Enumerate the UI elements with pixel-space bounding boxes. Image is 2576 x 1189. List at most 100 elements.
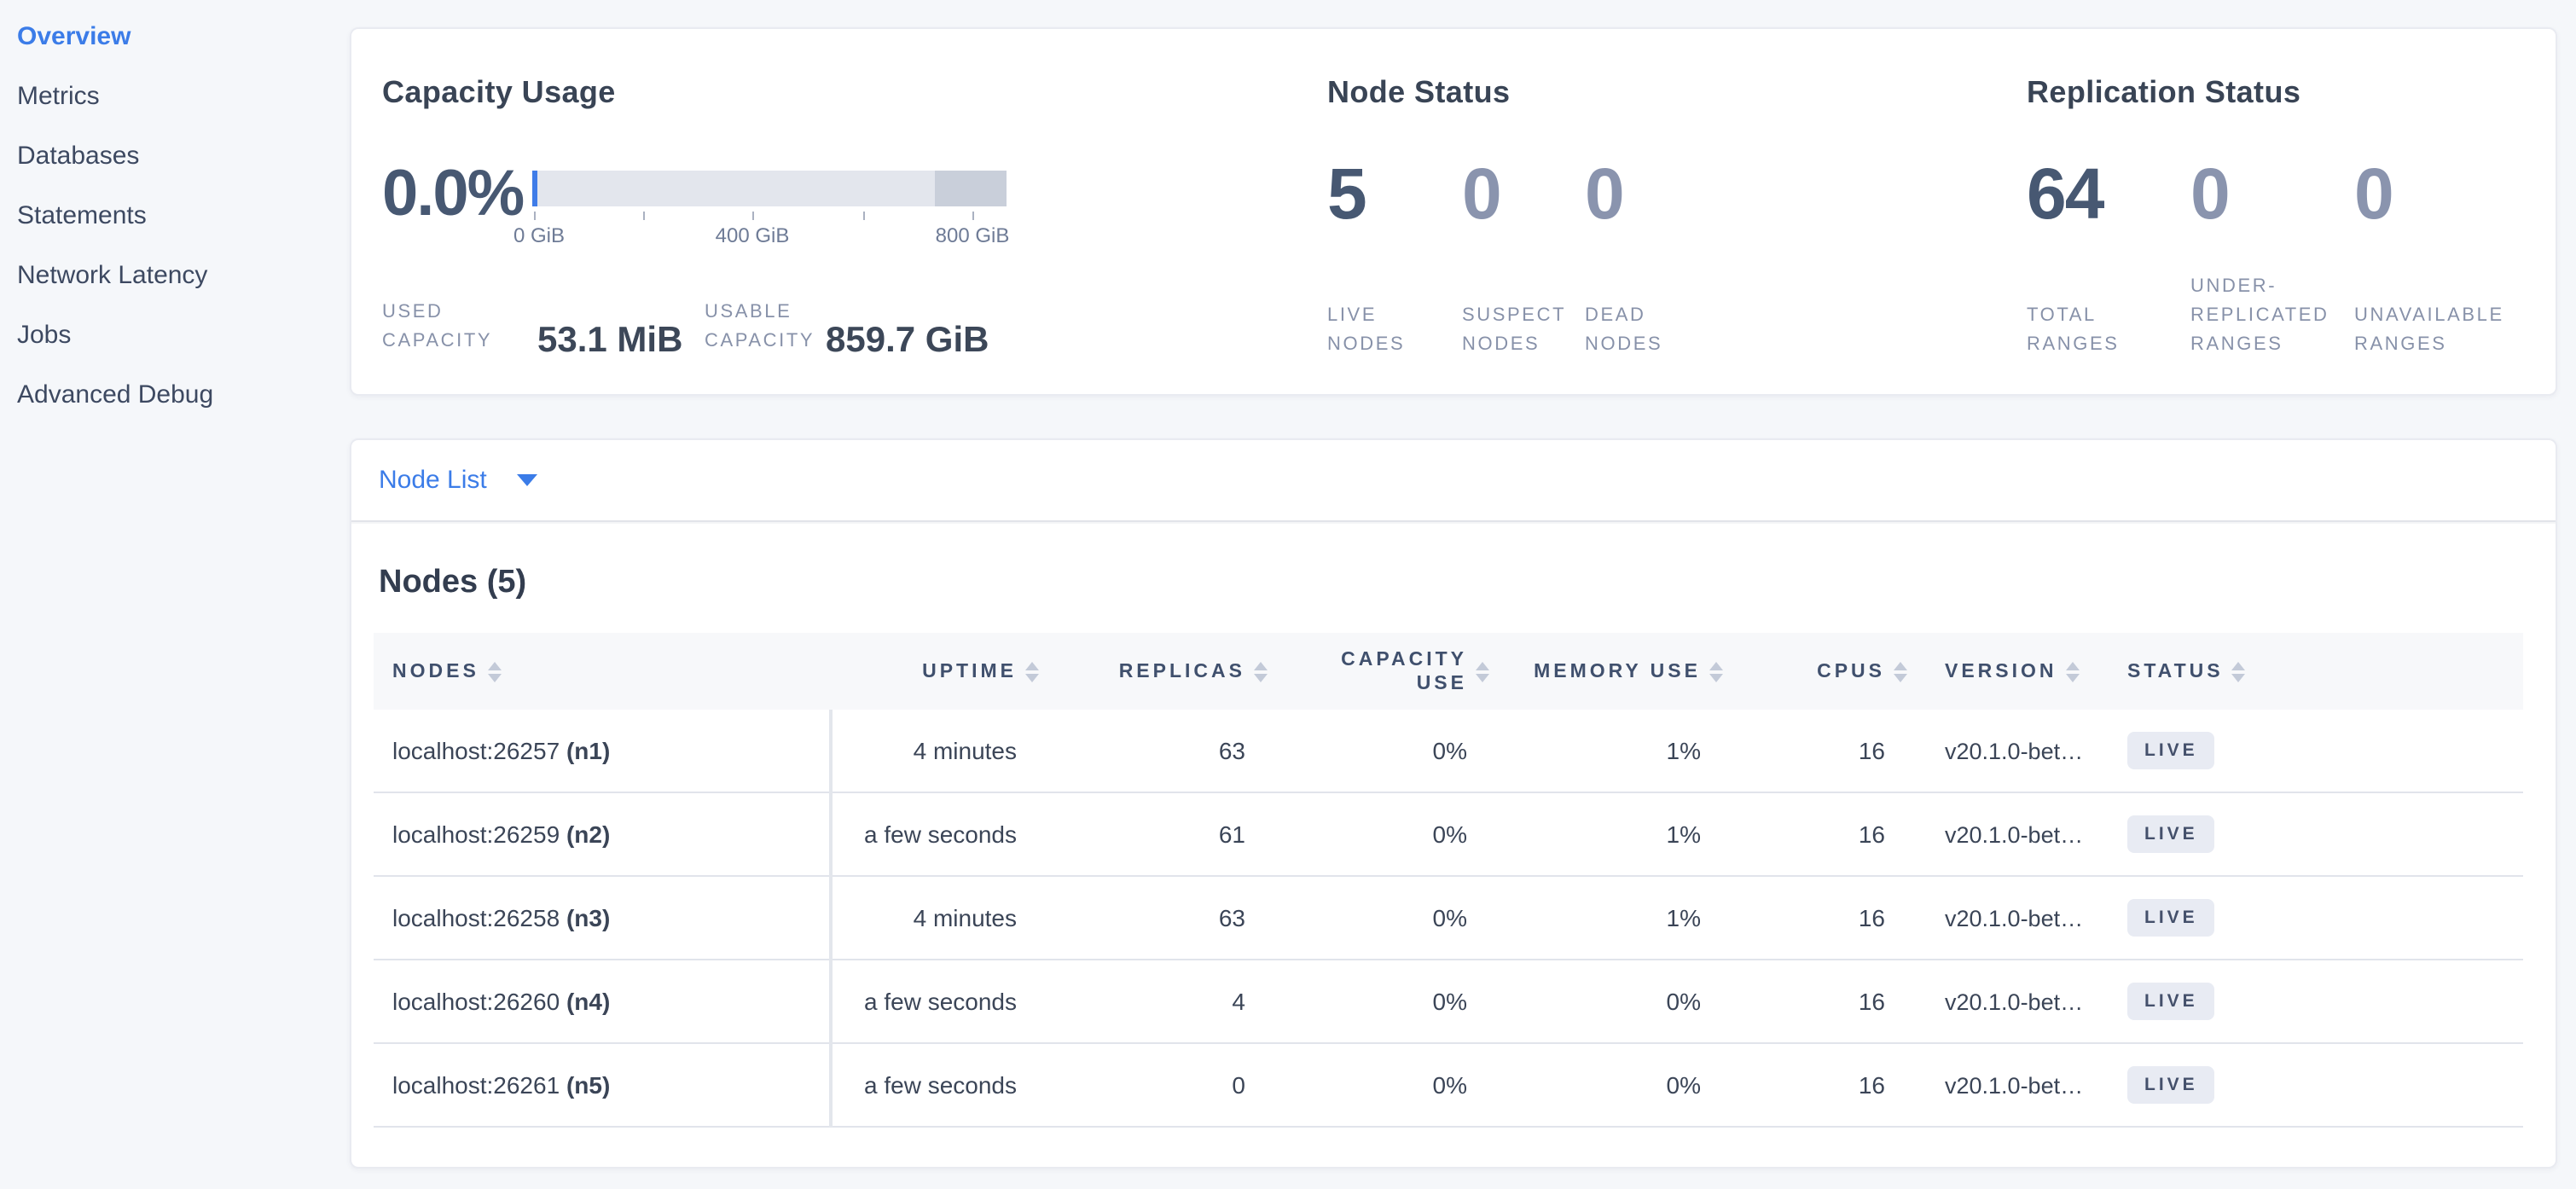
memory-use-cell: 1% — [1493, 737, 1726, 764]
unavailable-ranges-stat: 0 UNAVAILABLE RANGES — [2354, 155, 2521, 360]
stat-value: 0 — [2190, 155, 2344, 234]
node-address-cell: localhost:26257 (n1) — [374, 737, 829, 764]
live-nodes-stat: 5 LIVE NODES — [1327, 155, 1430, 360]
capacity-use-cell: 0% — [1271, 1071, 1493, 1099]
status-badge: LIVE — [2127, 732, 2215, 769]
axis-tick-label: 400 GiB — [716, 223, 790, 247]
replicas-cell: 4 — [1042, 988, 1271, 1015]
status-cell: LIVE — [2093, 899, 2523, 937]
table-row-n4[interactable]: localhost:26260 (n4) a few seconds 4 0% … — [374, 960, 2523, 1044]
nodes-table-header: NODES UPTIME REPLICAS CAPACITY USE — [374, 633, 2523, 710]
column-header-label: CAPACITY USE — [1324, 647, 1467, 695]
capacity-use-cell: 0% — [1271, 988, 1493, 1015]
sidebar-item-jobs[interactable]: Jobs — [17, 305, 350, 365]
sort-icon — [2066, 661, 2080, 682]
column-header-version[interactable]: VERSION — [1911, 661, 2093, 682]
sort-icon — [1894, 661, 1907, 682]
sidebar: Overview Metrics Databases Statements Ne… — [0, 0, 350, 1189]
stat-value: 64 — [2027, 155, 2136, 234]
stat-value: 0 — [2354, 155, 2521, 234]
table-row-n2[interactable]: localhost:26259 (n2) a few seconds 61 0%… — [374, 793, 2523, 877]
memory-use-cell: 1% — [1493, 821, 1726, 848]
table-row-n5[interactable]: localhost:26261 (n5) a few seconds 0 0% … — [374, 1044, 2523, 1128]
replication-status-title: Replication Status — [2027, 75, 2300, 111]
sidebar-item-metrics[interactable]: Metrics — [17, 67, 350, 126]
used-capacity-value: 53.1 MiB — [537, 322, 682, 358]
column-header-label: STATUS — [2127, 661, 2224, 682]
node-address-cell: localhost:26258 (n3) — [374, 904, 829, 931]
nodes-table: NODES UPTIME REPLICAS CAPACITY USE — [374, 633, 2523, 1128]
column-header-memory-use[interactable]: MEMORY USE — [1493, 661, 1726, 682]
table-row-n1[interactable]: localhost:26257 (n1) 4 minutes 63 0% 1% … — [374, 710, 2523, 793]
usable-capacity-value: 859.7 GiB — [826, 322, 989, 358]
status-cell: LIVE — [2093, 1066, 2523, 1104]
node-id: (n3) — [566, 904, 610, 931]
column-header-replicas[interactable]: REPLICAS — [1042, 661, 1271, 682]
stat-label: UNDER-REPLICATED RANGES — [2190, 273, 2344, 360]
node-id: (n5) — [566, 1071, 610, 1099]
stat-value: 5 — [1327, 155, 1430, 234]
cluster-summary-card: Capacity Usage 0.0% 0 GiB 400 GiB 800 Gi… — [350, 27, 2557, 396]
node-list-selector-bar: Node List — [351, 440, 2556, 522]
capacity-bar-chart: 0 GiB 400 GiB 800 GiB — [532, 171, 1007, 206]
capacity-bar-dark-segment — [934, 171, 1007, 206]
capacity-bar — [532, 171, 1007, 206]
replicas-cell: 0 — [1042, 1071, 1271, 1099]
sidebar-item-advanced-debug[interactable]: Advanced Debug — [17, 365, 350, 425]
sidebar-item-network-latency[interactable]: Network Latency — [17, 246, 350, 305]
node-id: (n2) — [566, 821, 610, 848]
cpus-cell: 16 — [1726, 821, 1911, 848]
node-address: localhost:26261 — [392, 1071, 560, 1099]
column-header-cpus[interactable]: CPUS — [1726, 661, 1911, 682]
table-row-n3[interactable]: localhost:26258 (n3) 4 minutes 63 0% 1% … — [374, 877, 2523, 960]
usable-capacity-label: USABLE CAPACITY — [705, 299, 827, 357]
version-cell: v20.1.0-bet… — [1911, 1072, 2093, 1098]
node-list-dropdown[interactable]: Node List — [379, 466, 538, 495]
stat-value: 0 — [1462, 155, 1585, 234]
sort-icon — [1476, 661, 1489, 682]
node-list-dropdown-label: Node List — [379, 466, 487, 495]
cpus-cell: 16 — [1726, 737, 1911, 764]
column-header-label: UPTIME — [922, 661, 1017, 682]
capacity-usage-title: Capacity Usage — [382, 75, 616, 111]
under-replicated-ranges-stat: 0 UNDER-REPLICATED RANGES — [2190, 155, 2344, 360]
sidebar-item-overview[interactable]: Overview — [17, 7, 350, 67]
stat-label: DEAD NODES — [1585, 302, 1687, 360]
axis-tick-label: 800 GiB — [936, 223, 1010, 247]
column-header-label: VERSION — [1945, 661, 2057, 682]
column-header-nodes[interactable]: NODES — [374, 661, 829, 682]
status-cell: LIVE — [2093, 815, 2523, 853]
cpus-cell: 16 — [1726, 1071, 1911, 1099]
node-address-cell: localhost:26261 (n5) — [374, 1071, 829, 1099]
column-header-label: NODES — [392, 661, 479, 682]
suspect-nodes-stat: 0 SUSPECT NODES — [1462, 155, 1585, 360]
used-capacity-label: USED CAPACITY — [382, 299, 519, 357]
node-address: localhost:26259 — [392, 821, 560, 848]
sidebar-item-databases[interactable]: Databases — [17, 126, 350, 186]
column-header-status[interactable]: STATUS — [2093, 661, 2523, 682]
axis-tick-label: 0 GiB — [513, 223, 565, 247]
axis-tick — [862, 212, 864, 220]
sort-icon — [488, 661, 502, 682]
axis-tick — [642, 212, 644, 220]
replicas-cell: 63 — [1042, 737, 1271, 764]
column-header-uptime[interactable]: UPTIME — [829, 661, 1042, 682]
sidebar-item-statements[interactable]: Statements — [17, 186, 350, 246]
status-badge: LIVE — [2127, 815, 2215, 853]
column-header-label: MEMORY USE — [1534, 661, 1701, 682]
node-address: localhost:26260 — [392, 988, 560, 1015]
total-ranges-stat: 64 TOTAL RANGES — [2027, 155, 2136, 360]
version-cell: v20.1.0-bet… — [1911, 989, 2093, 1014]
column-header-capacity-use[interactable]: CAPACITY USE — [1271, 647, 1493, 695]
cpus-cell: 16 — [1726, 988, 1911, 1015]
axis-tick — [752, 212, 754, 220]
status-badge: LIVE — [2127, 983, 2215, 1020]
capacity-use-cell: 0% — [1271, 904, 1493, 931]
node-id: (n1) — [566, 737, 610, 764]
stat-label: LIVE NODES — [1327, 302, 1430, 360]
sort-icon — [1025, 661, 1039, 682]
sort-icon — [1709, 661, 1723, 682]
memory-use-cell: 1% — [1493, 904, 1726, 931]
cpus-cell: 16 — [1726, 904, 1911, 931]
uptime-cell: 4 minutes — [829, 904, 1042, 931]
